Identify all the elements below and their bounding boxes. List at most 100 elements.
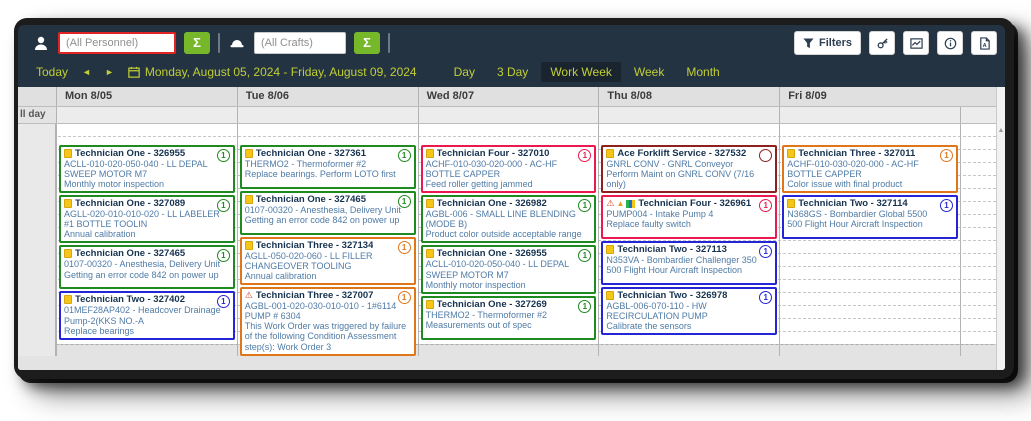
work-order-card[interactable]: Technician One - 326982 1 AGBL-006 - SMA… [420, 195, 597, 244]
assignment-icon [606, 149, 615, 158]
card-title: Technician Three - 327007 [255, 290, 374, 302]
card-desc: Feed roller getting jammed [425, 179, 533, 190]
view-button-day[interactable]: Day [445, 62, 484, 82]
chart-icon [909, 37, 923, 49]
count-badge: 1 [397, 291, 411, 305]
card-title: Technician One - 326982 [436, 198, 547, 210]
key-button[interactable] [869, 31, 895, 55]
view-button-month[interactable]: Month [677, 62, 728, 82]
view-switcher: Day 3 Day Work Week Week Month [445, 62, 729, 82]
card-desc: Annual calibration [64, 229, 136, 240]
info-icon [944, 37, 956, 49]
card-desc: 500 Flight Hour Aircraft Inspection [606, 265, 742, 276]
all-day-cell [417, 107, 599, 123]
person-icon [32, 34, 50, 52]
day-column: Ace Forklift Service - 327532 GNRL CONV … [598, 124, 779, 356]
card-title: Technician Three - 327011 [798, 148, 916, 159]
assignment-icon [64, 249, 72, 259]
assignment-icon [606, 245, 615, 255]
work-order-card[interactable]: Technician Two - 327402 1 01MEF28AP402 -… [59, 291, 235, 340]
count-badge: 1 [397, 241, 411, 254]
work-order-card[interactable]: Technician Two - 327114 1 N368GS - Bomba… [782, 195, 958, 240]
card-asset: GNRL CONV - GNRL Conveyor [606, 159, 734, 169]
card-asset: AGBL-006 - SMALL LINE BLENDING (MODE B) [425, 209, 576, 230]
card-asset: AGLL-050-020-060 - LL FILLER CHANGEOVER … [244, 251, 373, 272]
work-order-card[interactable]: ⚠ Technician Three - 327007 1 AGBL-001-0… [239, 287, 416, 356]
vertical-scrollbar[interactable]: ▲ [996, 87, 1005, 370]
card-asset: THERMO2 - Thermoformer #2 [244, 159, 367, 169]
card-title: Technician One - 326955 [436, 248, 547, 260]
filters-label: Filters [818, 37, 852, 49]
work-order-card[interactable]: Technician One - 326955 1 ACLL-010-020-0… [59, 145, 235, 194]
card-desc: Calibrate the sensors [606, 321, 692, 332]
work-order-card[interactable]: Technician One - 327361 1 THERMO2 - Ther… [239, 145, 416, 189]
count-badge: 1 [397, 149, 411, 162]
view-button-work-week[interactable]: Work Week [541, 62, 621, 82]
card-desc: Replace bearings. Perform LOTO first [244, 169, 396, 180]
prev-arrow[interactable]: ◄ [82, 67, 91, 77]
work-order-card[interactable]: Technician One - 327465 1 0107-00320 - A… [59, 245, 235, 290]
document-button[interactable]: A [971, 31, 997, 55]
calendar-body: Technician One - 326955 1 ACLL-010-020-0… [18, 124, 996, 356]
warning-icon: ⚠ [606, 198, 615, 209]
personnel-filter-input[interactable] [58, 32, 176, 54]
work-order-card[interactable]: Ace Forklift Service - 327532 GNRL CONV … [601, 145, 778, 194]
work-order-card[interactable]: Technician One - 327269 1 THERMO2 - Ther… [420, 295, 597, 340]
crafts-sum-button[interactable]: Σ [354, 32, 380, 54]
card-desc: Getting an error code 842 on power up [244, 215, 400, 226]
personnel-sum-button[interactable]: Σ [184, 32, 210, 54]
calendar-icon [128, 66, 140, 78]
alert-triangle-icon: ▲ [616, 198, 625, 208]
card-title: Technician Three - 327134 [255, 240, 374, 251]
work-order-card[interactable]: Technician Three - 327011 1 ACHF-010-030… [782, 145, 958, 194]
work-order-card[interactable]: Technician One - 327465 1 0107-00320 - A… [239, 191, 416, 235]
view-button-week[interactable]: Week [625, 62, 673, 82]
card-asset: ACLL-010-020-050-040 - LL DEPAL SWEEP MO… [425, 259, 569, 280]
work-order-card[interactable]: ⚠ ▲ Technician Four - 326961 1 PUMP004 - … [601, 195, 778, 240]
card-asset: ACLL-010-020-050-040 - LL DEPAL SWEEP MO… [64, 159, 208, 180]
scroll-up-icon: ▲ [997, 127, 1005, 134]
view-button-3-day[interactable]: 3 Day [488, 62, 537, 82]
assignment-icon [425, 199, 434, 209]
day-header: Wed 8/07 [417, 87, 599, 106]
work-order-card[interactable]: Technician One - 327089 1 AGLL-020-010-0… [59, 195, 235, 244]
filters-button[interactable]: Filters [793, 31, 861, 55]
card-title: Technician Two - 327114 [798, 198, 908, 210]
card-desc: Getting an error code 842 on power up [64, 269, 219, 280]
work-order-card[interactable]: Technician Three - 327134 1 AGLL-050-020… [239, 237, 416, 286]
card-title: Technician One - 327269 [436, 298, 547, 310]
work-order-card[interactable]: Technician Two - 327113 1 N353VA - Bomba… [601, 241, 778, 286]
card-desc: This Work Order was triggered by failure… [244, 321, 407, 352]
date-navigation-bar: Today ◄ ► Monday, August 05, 2024 - Frid… [18, 61, 1005, 87]
card-asset: N368GS - Bombardier Global 5500 [787, 209, 928, 220]
assignment-icon [425, 249, 434, 259]
day-header-row: Mon 8/05 Tue 8/06 Wed 8/07 Thu 8/08 Fri 8/09 [18, 87, 996, 107]
card-asset: ACHF-010-030-020-000 - AC-HF BOTTLE CAPP… [787, 159, 919, 180]
all-day-right-strip [960, 107, 996, 123]
next-arrow[interactable]: ► [105, 67, 114, 77]
card-title: Technician One - 327465 [75, 248, 186, 260]
all-day-row: ll day [18, 107, 996, 124]
warning-icon: ⚠ [244, 290, 253, 301]
assignment-icon [244, 195, 253, 204]
work-order-card[interactable]: Technician One - 326955 1 ACLL-010-020-0… [420, 245, 597, 294]
chart-button[interactable] [903, 31, 929, 55]
crafts-filter-input[interactable] [254, 32, 346, 54]
day-header: Mon 8/05 [56, 87, 237, 106]
info-button[interactable] [937, 31, 963, 55]
card-title: Technician Two - 326978 [617, 290, 728, 302]
mini-chart-icon [626, 199, 636, 208]
card-title: Technician One - 326955 [75, 148, 186, 159]
card-desc: 500 Flight Hour Aircraft Inspection [787, 219, 923, 230]
card-asset: 0107-00320 - Anesthesia, Delivery Unit [64, 259, 221, 270]
work-order-card[interactable]: Technician Two - 326978 1 AGBL-006-070-1… [601, 287, 778, 336]
card-asset: AGBL-001-020-030-010-010 - 1#6114 PUMP #… [244, 301, 397, 322]
card-title: Technician Two - 327402 [75, 294, 185, 306]
card-asset: ACHF-010-030-020-000 - AC-HF BOTTLE CAPP… [425, 159, 558, 180]
header-right-strip [960, 87, 996, 106]
day-column: Technician One - 327361 1 THERMO2 - Ther… [236, 124, 418, 356]
count-badge: 1 [940, 149, 953, 162]
work-order-card[interactable]: Technician Four - 327010 1 ACHF-010-030-… [420, 145, 597, 194]
today-button[interactable]: Today [36, 65, 68, 79]
card-asset: THERMO2 - Thermoformer #2 [425, 309, 547, 320]
